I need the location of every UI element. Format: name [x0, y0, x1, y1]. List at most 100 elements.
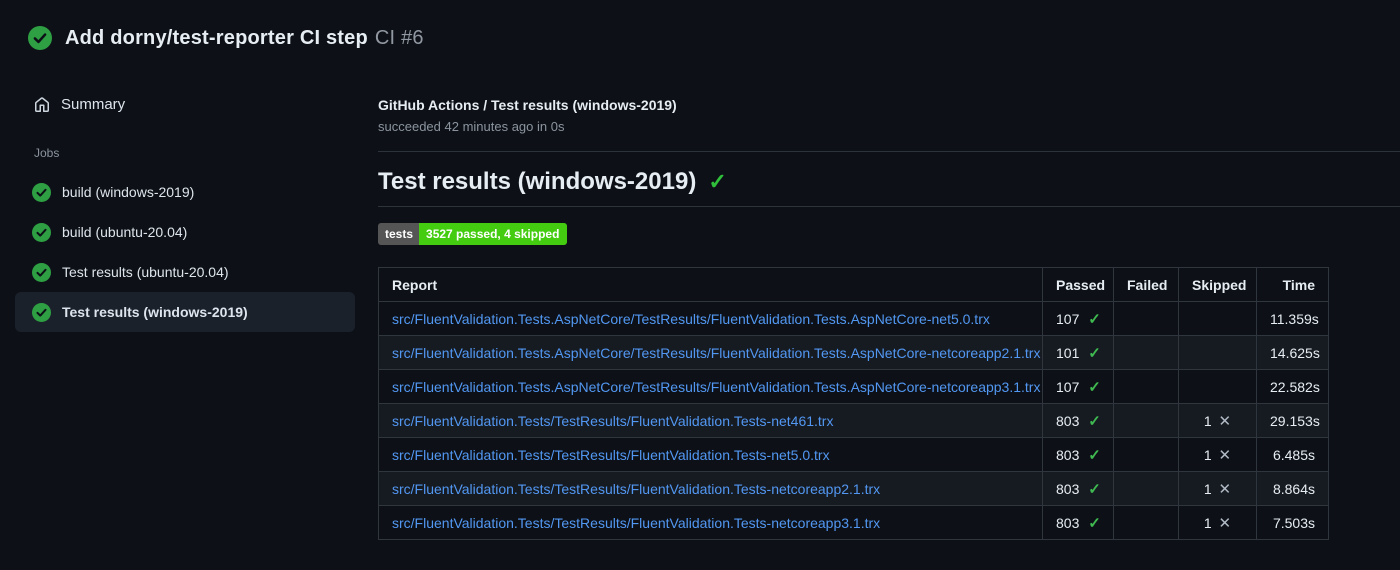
jobs-section-label: Jobs — [34, 146, 60, 160]
sidebar-job-item[interactable]: build (windows-2019) — [15, 172, 355, 212]
section-heading-text: Test results (windows-2019) — [378, 168, 697, 195]
job-label: build (ubuntu-20.04) — [62, 224, 188, 240]
run-number: CI #6 — [374, 26, 424, 49]
passed-cell: 803 ✓ — [1042, 403, 1114, 438]
report-link[interactable]: src/FluentValidation.Tests/TestResults/F… — [392, 447, 830, 463]
badge-value: 3527 passed, 4 skipped — [419, 223, 568, 245]
report-link[interactable]: src/FluentValidation.Tests/TestResults/F… — [392, 515, 880, 531]
time-cell: 14.625s — [1256, 335, 1329, 370]
skipped-cross-icon: ✕ — [1218, 446, 1232, 464]
job-label: Test results (ubuntu-20.04) — [62, 264, 229, 280]
skipped-cross-icon: ✕ — [1218, 514, 1232, 532]
failed-cell — [1113, 403, 1179, 438]
time-cell: 7.503s — [1256, 505, 1329, 540]
report-cell: src/FluentValidation.Tests.AspNetCore/Te… — [378, 369, 1043, 404]
passed-check-icon: ✓ — [1088, 514, 1101, 532]
table-header-row: Report Passed Failed Skipped Time — [378, 267, 1329, 302]
failed-cell — [1113, 335, 1179, 370]
report-cell: src/FluentValidation.Tests.AspNetCore/Te… — [378, 335, 1043, 370]
passed-check-icon: ✓ — [1088, 310, 1101, 328]
success-check-circle-icon — [32, 182, 51, 202]
sidebar-job-item[interactable]: Test results (ubuntu-20.04) — [15, 252, 355, 292]
time-cell: 11.359s — [1256, 301, 1329, 336]
workflow-run-title: Add dorny/test-reporter CI step — [65, 26, 368, 49]
sidebar-job-item[interactable]: Test results (windows-2019) — [15, 292, 355, 332]
section-heading: Test results (windows-2019) ✓ — [378, 168, 1400, 207]
passed-check-icon: ✓ — [1088, 480, 1101, 498]
passed-cell: 803 ✓ — [1042, 505, 1114, 540]
test-results-table: Report Passed Failed Skipped Time src/Fl… — [378, 267, 1329, 540]
failed-cell — [1113, 437, 1179, 472]
skipped-cell — [1178, 369, 1257, 404]
failed-cell — [1113, 471, 1179, 506]
success-check-circle-icon — [32, 262, 51, 282]
skipped-cross-icon: ✕ — [1218, 480, 1232, 498]
passed-check-icon: ✓ — [1088, 344, 1101, 362]
check-run-status: succeeded 42 minutes ago in 0s — [378, 119, 565, 134]
skipped-cell: 1 ✕ — [1178, 471, 1257, 506]
skipped-cell: 1 ✕ — [1178, 437, 1257, 472]
report-cell: src/FluentValidation.Tests.AspNetCore/Te… — [378, 301, 1043, 336]
report-cell: src/FluentValidation.Tests/TestResults/F… — [378, 403, 1043, 438]
skipped-cell: 1 ✕ — [1178, 505, 1257, 540]
column-header-report: Report — [378, 267, 1043, 302]
passed-cell: 803 ✓ — [1042, 437, 1114, 472]
column-header-failed: Failed — [1113, 267, 1179, 302]
column-header-time: Time — [1256, 267, 1329, 302]
home-icon — [34, 96, 50, 113]
report-link[interactable]: src/FluentValidation.Tests/TestResults/F… — [392, 481, 880, 497]
table-row: src/FluentValidation.Tests/TestResults/F… — [378, 505, 1329, 540]
passed-cell: 107 ✓ — [1042, 369, 1114, 404]
sidebar: Summary Jobs build (windows-2019) build … — [0, 76, 378, 332]
failed-cell — [1113, 369, 1179, 404]
jobs-list: build (windows-2019) build (ubuntu-20.04… — [15, 172, 378, 332]
passed-check-icon: ✓ — [1088, 446, 1101, 464]
workflow-run-header: Add dorny/test-reporter CI step CI #6 — [0, 0, 1400, 76]
report-cell: src/FluentValidation.Tests/TestResults/F… — [378, 471, 1043, 506]
time-cell: 8.864s — [1256, 471, 1329, 506]
time-cell: 6.485s — [1256, 437, 1329, 472]
table-row: src/FluentValidation.Tests/TestResults/F… — [378, 437, 1329, 472]
report-link[interactable]: src/FluentValidation.Tests.AspNetCore/Te… — [392, 379, 1040, 395]
table-row: src/FluentValidation.Tests.AspNetCore/Te… — [378, 335, 1329, 370]
passed-check-icon: ✓ — [1088, 378, 1101, 396]
heading-check-icon: ✓ — [708, 169, 727, 194]
skipped-cross-icon: ✕ — [1218, 412, 1232, 430]
skipped-cell — [1178, 335, 1257, 370]
tests-badge: tests 3527 passed, 4 skipped — [378, 223, 568, 245]
success-check-circle-icon — [32, 302, 51, 322]
time-cell: 22.582s — [1256, 369, 1329, 404]
sidebar-item-summary[interactable]: Summary — [15, 88, 355, 121]
time-cell: 29.153s — [1256, 403, 1329, 438]
column-header-passed: Passed — [1042, 267, 1114, 302]
main-content: GitHub Actions / Test results (windows-2… — [378, 76, 1400, 540]
check-run-title: GitHub Actions / Test results (windows-2… — [378, 97, 677, 113]
badge-label: tests — [378, 223, 420, 245]
failed-cell — [1113, 505, 1179, 540]
skipped-cell — [1178, 301, 1257, 336]
report-link[interactable]: src/FluentValidation.Tests.AspNetCore/Te… — [392, 311, 990, 327]
success-check-circle-icon — [32, 222, 51, 242]
failed-cell — [1113, 301, 1179, 336]
passed-check-icon: ✓ — [1088, 412, 1101, 430]
sidebar-job-item[interactable]: build (ubuntu-20.04) — [15, 212, 355, 252]
table-row: src/FluentValidation.Tests/TestResults/F… — [378, 471, 1329, 506]
passed-cell: 803 ✓ — [1042, 471, 1114, 506]
table-row: src/FluentValidation.Tests/TestResults/F… — [378, 403, 1329, 438]
report-cell: src/FluentValidation.Tests/TestResults/F… — [378, 437, 1043, 472]
skipped-cell: 1 ✕ — [1178, 403, 1257, 438]
table-row: src/FluentValidation.Tests.AspNetCore/Te… — [378, 301, 1329, 336]
passed-cell: 107 ✓ — [1042, 301, 1114, 336]
table-row: src/FluentValidation.Tests.AspNetCore/Te… — [378, 369, 1329, 404]
passed-cell: 101 ✓ — [1042, 335, 1114, 370]
divider — [378, 151, 1400, 152]
report-link[interactable]: src/FluentValidation.Tests/TestResults/F… — [392, 413, 833, 429]
summary-label: Summary — [61, 96, 126, 113]
page-title: Add dorny/test-reporter CI step CI #6 — [65, 27, 424, 50]
success-check-circle-icon — [28, 26, 52, 50]
report-cell: src/FluentValidation.Tests/TestResults/F… — [378, 505, 1043, 540]
report-link[interactable]: src/FluentValidation.Tests.AspNetCore/Te… — [392, 345, 1040, 361]
job-label: build (windows-2019) — [62, 184, 195, 200]
job-label: Test results (windows-2019) — [62, 304, 248, 320]
column-header-skipped: Skipped — [1178, 267, 1257, 302]
